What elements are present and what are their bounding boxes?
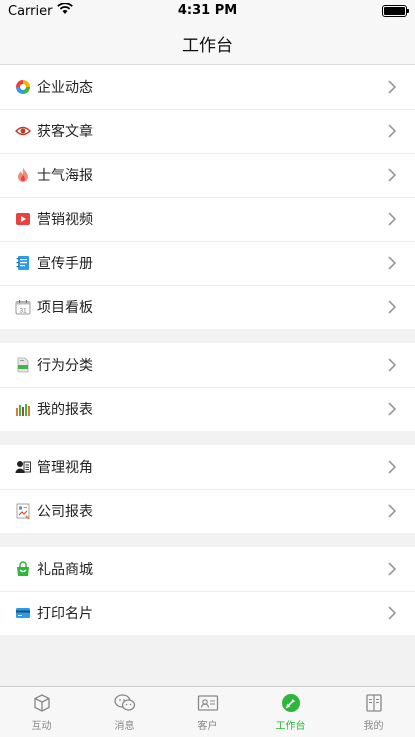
pinwheel-icon	[15, 79, 31, 95]
tab-label: 消息	[114, 721, 135, 732]
menu-item-posters[interactable]: 士气海报	[0, 153, 415, 197]
person-card-icon	[15, 459, 31, 475]
tab-label: 互动	[31, 721, 52, 732]
menu-item-label: 公司报表	[37, 504, 93, 520]
chevron-right-icon	[388, 168, 397, 182]
menu-item-label: 企业动态	[37, 80, 93, 96]
notebook-icon	[15, 255, 31, 271]
flame-icon	[15, 167, 31, 183]
card-icon	[15, 605, 31, 621]
menu-item-label: 营销视频	[37, 212, 93, 228]
tab-label: 我的	[363, 721, 384, 732]
menu-item-articles[interactable]: 获客文章	[0, 109, 415, 153]
chevron-right-icon	[388, 504, 397, 518]
chevron-right-icon	[388, 300, 397, 314]
menu-item-label: 获客文章	[37, 124, 93, 140]
menu-item-label: 项目看板	[37, 300, 93, 316]
chevron-right-icon	[388, 124, 397, 138]
chevron-right-icon	[388, 606, 397, 620]
menu-item-label: 打印名片	[37, 606, 93, 622]
menu-item-management-view[interactable]: 管理视角	[0, 445, 415, 489]
menu-item-behavior-classification[interactable]: 行为分类	[0, 343, 415, 387]
bar-chart-icon	[15, 401, 31, 417]
chevron-right-icon	[388, 562, 397, 576]
contact-card-icon	[197, 692, 219, 714]
chat-icon	[113, 692, 136, 714]
report-icon	[15, 503, 31, 519]
menu-item-gift-shop[interactable]: 礼品商城	[0, 547, 415, 591]
tab-label: 客户	[197, 721, 218, 732]
menu-item-label: 礼品商城	[37, 562, 93, 578]
document-icon	[15, 357, 31, 373]
menu-group-shop: 礼品商城 打印名片	[0, 547, 415, 635]
status-left: Carrier	[8, 2, 74, 19]
page-title: 工作台	[182, 35, 233, 56]
eye-icon	[15, 123, 31, 139]
menu-item-my-reports[interactable]: 我的报表	[0, 387, 415, 431]
menu-item-label: 宣传手册	[37, 256, 93, 272]
menu-item-brochure[interactable]: 宣传手册	[0, 241, 415, 285]
tab-customers[interactable]: 客户	[166, 687, 249, 737]
calendar-day-label: 31	[19, 307, 27, 314]
menu-group-data: 行为分类 我的报表	[0, 343, 415, 431]
chevron-right-icon	[388, 256, 397, 270]
tab-me[interactable]: 我的	[332, 687, 415, 737]
chevron-right-icon	[388, 402, 397, 416]
workbench-icon	[280, 692, 302, 714]
tab-workbench[interactable]: 工作台	[249, 687, 332, 737]
menu-item-videos[interactable]: 营销视频	[0, 197, 415, 241]
battery-icon	[382, 5, 409, 17]
menu-item-project-board[interactable]: 31 项目看板	[0, 285, 415, 329]
shopping-bag-icon	[15, 561, 31, 577]
menu-item-print-card[interactable]: 打印名片	[0, 591, 415, 635]
menu-item-company-reports[interactable]: 公司报表	[0, 489, 415, 533]
menu-item-company-news[interactable]: 企业动态	[0, 65, 415, 109]
menu-item-label: 行为分类	[37, 358, 93, 374]
status-bar: Carrier 4:31 PM	[0, 0, 415, 22]
carrier-label: Carrier	[8, 3, 53, 19]
calendar-icon: 31	[15, 299, 31, 315]
nav-bar: 工作台	[0, 22, 415, 65]
tab-bar: 互动 消息 客户 工作台 我的	[0, 686, 415, 737]
play-icon	[15, 211, 31, 227]
chevron-right-icon	[388, 80, 397, 94]
chevron-right-icon	[388, 358, 397, 372]
wifi-icon	[57, 2, 74, 19]
tab-label: 工作台	[275, 721, 306, 732]
menu-group-management: 管理视角 公司报表	[0, 445, 415, 533]
profile-book-icon	[363, 692, 385, 714]
menu-group-content: 企业动态 获客文章 士气海报 营销视频 宣传手册 31 项目看板	[0, 65, 415, 329]
menu-item-label: 管理视角	[37, 460, 93, 476]
tab-interaction[interactable]: 互动	[0, 687, 83, 737]
chevron-right-icon	[388, 212, 397, 226]
chevron-right-icon	[388, 460, 397, 474]
tab-messages[interactable]: 消息	[83, 687, 166, 737]
menu-item-label: 士气海报	[37, 168, 93, 184]
menu-item-label: 我的报表	[37, 402, 93, 418]
cube-icon	[31, 692, 53, 714]
